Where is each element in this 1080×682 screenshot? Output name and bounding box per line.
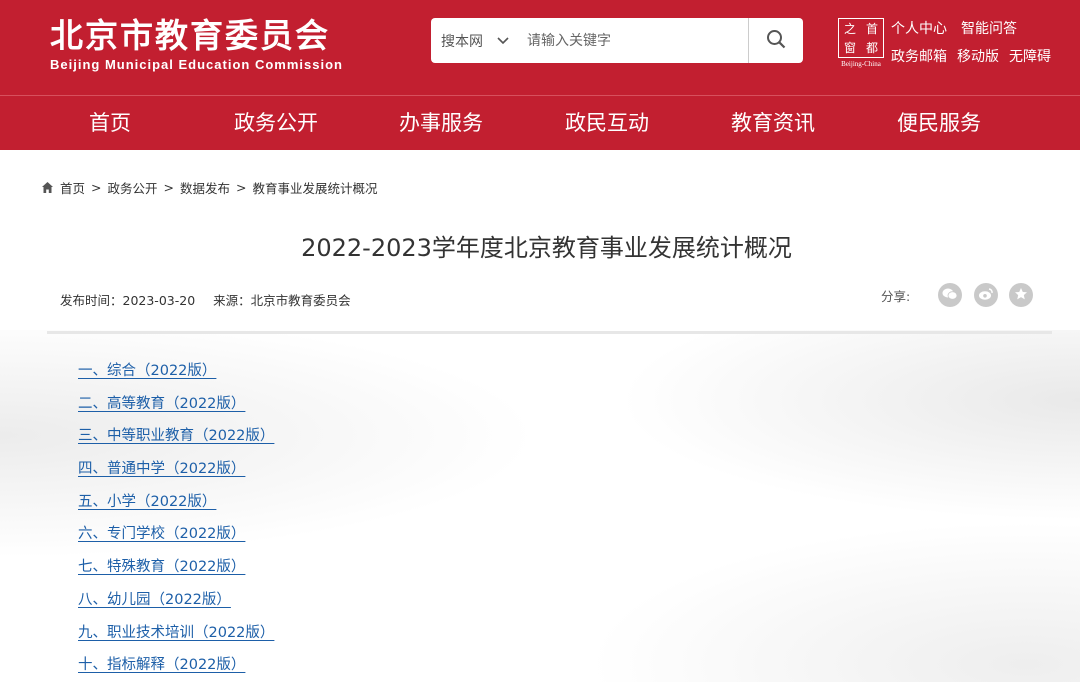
breadcrumb-data-release[interactable]: 数据发布 — [180, 178, 230, 197]
toc-link[interactable]: 十、指标解释（2022版） — [78, 657, 245, 673]
emblem-char: 窗 — [843, 40, 856, 55]
content-divider — [47, 331, 1052, 334]
breadcrumb-separator: > — [91, 180, 102, 195]
toc-link[interactable]: 一、综合（2022版） — [78, 363, 216, 379]
search-scope-dropdown[interactable]: 搜本网 — [431, 18, 519, 63]
list-item: 二、高等教育（2022版） — [78, 391, 274, 424]
toc-link[interactable]: 二、高等教育（2022版） — [78, 396, 245, 412]
list-item: 六、专门学校（2022版） — [78, 521, 274, 554]
search-icon — [766, 29, 786, 53]
link-gov-mailbox[interactable]: 政务邮箱 — [891, 46, 947, 66]
share-label: 分享: — [881, 289, 911, 304]
toc-link[interactable]: 四、普通中学（2022版） — [78, 461, 245, 477]
favorite-icon — [1014, 286, 1028, 305]
search-bar: 搜本网 — [431, 18, 803, 63]
beijing-emblem-logo[interactable]: 之 首 窗 都 Beijing-China — [836, 16, 886, 70]
list-item: 五、小学（2022版） — [78, 489, 274, 522]
link-mobile-version[interactable]: 移动版 — [957, 46, 999, 66]
breadcrumb-separator: > — [236, 180, 247, 195]
list-item: 一、综合（2022版） — [78, 358, 274, 391]
article-meta: 发布时间：2023-03-20 来源：北京市教育委员会 — [60, 290, 351, 309]
share-favorite-button[interactable] — [1009, 283, 1033, 307]
list-item: 七、特殊教育（2022版） — [78, 554, 274, 587]
home-icon — [41, 181, 54, 194]
wechat-icon — [942, 286, 958, 305]
chevron-down-icon — [497, 34, 509, 48]
breadcrumb-home[interactable]: 首页 — [60, 178, 85, 197]
breadcrumb-current: 教育事业发展统计概况 — [252, 181, 378, 196]
emblem-char: 之 — [843, 21, 856, 36]
share-wechat-button[interactable] — [938, 283, 962, 307]
list-item: 九、职业技术培训（2022版） — [78, 620, 274, 653]
nav-item-gov-affairs[interactable]: 政务公开 — [234, 96, 318, 151]
nav-item-services[interactable]: 办事服务 — [399, 96, 483, 151]
toc-link[interactable]: 六、专门学校（2022版） — [78, 526, 245, 542]
toc-link[interactable]: 九、职业技术培训（2022版） — [78, 625, 274, 641]
article-title: 2022-2023学年度北京教育事业发展统计概况 — [301, 234, 792, 262]
toc-link[interactable]: 三、中等职业教育（2022版） — [78, 428, 274, 444]
site-header: 北京市教育委员会 Beijing Municipal Education Com… — [0, 0, 1080, 95]
list-item: 八、幼儿园（2022版） — [78, 587, 274, 620]
emblem-subtitle: Beijing-China — [841, 60, 881, 68]
toc-list: 一、综合（2022版） 二、高等教育（2022版） 三、中等职业教育（2022版… — [78, 358, 274, 682]
nav-item-interaction[interactable]: 政民互动 — [565, 96, 649, 151]
article-source: 来源：北京市教育委员会 — [213, 293, 351, 308]
share-weibo-button[interactable] — [974, 283, 998, 307]
top-links: 个人中心 智能问答 政务邮箱 移动版 无障碍 — [891, 14, 1071, 70]
site-logo-en[interactable]: Beijing Municipal Education Commission — [50, 57, 343, 72]
weibo-icon — [978, 286, 994, 305]
publish-time: 发布时间：2023-03-20 — [60, 293, 196, 308]
nav-item-public-services[interactable]: 便民服务 — [897, 96, 981, 151]
breadcrumb-gov-affairs[interactable]: 政务公开 — [108, 178, 158, 197]
toc-link[interactable]: 七、特殊教育（2022版） — [78, 559, 245, 575]
list-item: 四、普通中学（2022版） — [78, 456, 274, 489]
breadcrumb: 首页 > 政务公开 > 数据发布 > 教育事业发展统计概况 — [41, 178, 378, 197]
list-item: 三、中等职业教育（2022版） — [78, 423, 274, 456]
toc-link[interactable]: 五、小学（2022版） — [78, 494, 216, 510]
main-nav: 首页 政务公开 办事服务 政民互动 教育资讯 便民服务 — [0, 95, 1080, 150]
toc-link[interactable]: 八、幼儿园（2022版） — [78, 592, 231, 608]
breadcrumb-separator: > — [163, 180, 174, 195]
emblem-char: 都 — [865, 40, 878, 55]
site-logo-cn[interactable]: 北京市教育委员会 — [50, 14, 330, 58]
nav-item-home[interactable]: 首页 — [89, 96, 131, 151]
list-item: 十、指标解释（2022版） — [78, 652, 274, 682]
link-personal-center[interactable]: 个人中心 — [891, 18, 947, 38]
search-button[interactable] — [748, 18, 803, 63]
emblem-char: 首 — [865, 21, 878, 36]
search-scope-label: 搜本网 — [441, 33, 483, 50]
search-input[interactable] — [519, 18, 748, 63]
link-accessibility[interactable]: 无障碍 — [1009, 46, 1051, 66]
nav-item-education-news[interactable]: 教育资讯 — [731, 96, 815, 151]
link-smart-qa[interactable]: 智能问答 — [961, 18, 1017, 38]
